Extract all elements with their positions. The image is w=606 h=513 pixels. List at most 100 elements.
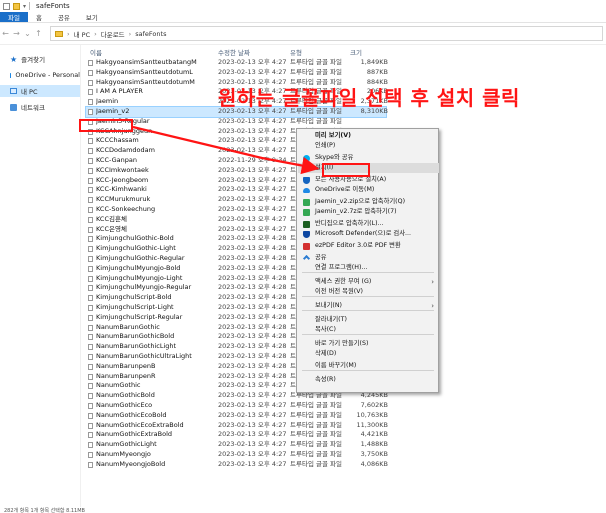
file-date: 2023-02-13 오후 4:28 [218, 322, 287, 331]
font-file-icon [88, 314, 93, 321]
file-name: KimjungchulScript-Light [96, 303, 174, 311]
context-menu-item-7[interactable]: Jaemin_v2.7z로 압축하기(7) [298, 207, 439, 217]
context-menu-item-2[interactable]: Skype와 공유 [298, 153, 439, 163]
tab-share[interactable]: 공유 [50, 12, 78, 22]
chevron-right-icon: › [128, 29, 132, 38]
menu-item-label: 바로 가기 만들기(S) [315, 340, 369, 347]
file-name: KCC-Kimhwanki [96, 185, 147, 194]
file-date: 2023-02-13 오후 4:27 [218, 67, 287, 76]
pane-divider[interactable] [80, 45, 81, 507]
menu-item-label: 미리 보기(V) [315, 132, 351, 139]
file-name: Jaemin [96, 97, 119, 106]
file-name: NanumGothicEco [96, 401, 153, 409]
font-file-icon [88, 246, 93, 253]
context-menu-item-13[interactable]: 액세스 권한 부여 (G) › [298, 277, 439, 287]
forward-button[interactable]: → [11, 27, 22, 41]
table-row[interactable]: NanumMyeongjoBold 2023-02-13 오후 4:27 트루타입 … [86, 459, 388, 470]
context-menu-item-10[interactable]: ezPDF Editor 3.0로 PDF 변환 [298, 241, 439, 251]
file-date: 2023-02-13 오후 4:28 [218, 361, 287, 370]
file-name: NanumGothicExtraBold [96, 430, 173, 439]
address-box[interactable]: › 내 PC › 다운로드 › safeFonts [50, 26, 603, 41]
file-date: 2023-02-13 오후 4:27 [218, 214, 287, 223]
context-menu-item-21[interactable]: 속성(R) [298, 375, 439, 385]
context-menu-item-11[interactable]: 공유 [298, 253, 439, 263]
file-size: 3,750KB [360, 450, 388, 458]
file-name: KCC-Sonkeechung [96, 205, 156, 213]
column-header-type[interactable]: 유형 [290, 47, 302, 57]
breadcrumb-this-pc[interactable]: 내 PC [74, 29, 91, 39]
table-row[interactable]: NanumMyeongjo 2023-02-13 오후 4:27 트루타입 글꼴 파… [86, 450, 388, 460]
column-header-date[interactable]: 수정한 날짜 [218, 47, 250, 57]
font-file-icon [88, 158, 93, 164]
file-name: NanumGothicEcoBold [96, 410, 167, 419]
sidebar-item-network[interactable]: 네트워크 [0, 101, 80, 113]
sidebar-item-onedrive[interactable]: OneDrive - Personal [0, 69, 80, 81]
context-menu-item-18[interactable]: 바로 가기 만들기(S) [298, 339, 439, 349]
font-file-icon [88, 393, 93, 400]
recent-locations-button[interactable]: ⌄ [22, 27, 33, 41]
menu-separator [302, 310, 434, 311]
back-button[interactable]: ← [0, 27, 11, 41]
column-header-name[interactable]: 이름 [90, 47, 102, 57]
context-menu-item-16[interactable]: 잘라내기(T) [298, 315, 439, 325]
chevron-right-icon: › [67, 29, 70, 38]
file-size: 1,488KB [360, 440, 388, 449]
context-menu-item-5[interactable]: OneDrive로 이동(M) [298, 185, 439, 195]
font-file-icon [88, 275, 93, 282]
menu-separator [302, 272, 434, 273]
tab-view[interactable]: 보기 [78, 12, 106, 22]
tab-file[interactable]: 파일 [0, 12, 28, 22]
table-row[interactable]: NanumGothicExtraBold 2023-02-13 오후 4:27 트루… [86, 430, 388, 440]
context-menu-item-0[interactable]: 미리 보기(V) [298, 131, 439, 141]
column-header-size[interactable]: 크기 [350, 47, 362, 57]
quick-access-dropdown-icon[interactable]: ▾ [23, 3, 26, 10]
file-date: 2023-02-13 오후 4:28 [218, 371, 287, 380]
file-name: KCC-Ganpan [96, 156, 137, 164]
table-row[interactable]: NanumGothicEcoExtraBold 2023-02-13 오후 4:2… [86, 421, 388, 431]
context-menu-item-9[interactable]: Microsoft Defender(으)로 검사... [298, 229, 439, 239]
table-row[interactable]: NanumGothicEcoBold 2023-02-13 오후 4:27 트루타입… [86, 410, 388, 421]
file-date: 2023-02-13 오후 4:27 [218, 381, 287, 390]
font-file-icon [88, 207, 93, 213]
menu-item-label: 연결 프로그램(H)... [315, 264, 368, 271]
menu-item-label: 이름 바꾸기(M) [315, 362, 357, 369]
font-file-icon [88, 383, 93, 390]
table-row[interactable]: NanumGothicLight 2023-02-13 오후 4:27 트루타입 글… [86, 440, 388, 450]
file-date: 2023-02-13 오후 4:28 [218, 234, 287, 243]
properties-icon[interactable] [3, 2, 10, 10]
font-file-icon [88, 461, 93, 468]
context-menu-item-1[interactable]: 인쇄(P) [298, 141, 439, 151]
file-name: KimjungchulMyungjo-Regular [96, 283, 192, 292]
menu-separator [302, 334, 434, 335]
menu-item-label: 액세스 권한 부여 (G) [315, 278, 372, 285]
file-type: 트루타입 글꼴 파일 [290, 440, 342, 449]
file-size: 1,849KB [360, 58, 388, 66]
breadcrumb-safefonts[interactable]: safeFonts [135, 30, 166, 38]
breadcrumb-downloads[interactable]: 다운로드 [101, 29, 125, 39]
new-folder-icon[interactable] [13, 2, 20, 10]
file-name: KimjungchulGothic-Regular [96, 254, 185, 262]
table-row[interactable]: NanumGothicEco 2023-02-13 오후 4:27 트루타입 글꼴 … [86, 401, 388, 411]
font-file-icon [88, 226, 93, 233]
sidebar-item-this-pc[interactable]: 내 PC [0, 85, 80, 97]
font-file-icon [88, 354, 93, 360]
sidebar-item-quick-access[interactable]: ★ 즐겨찾기 [0, 53, 80, 65]
column-headers: 이름 수정한 날짜 유형 크기 [86, 45, 606, 57]
file-name: NanumBarunGothicUltraLight [96, 352, 192, 360]
file-date: 2023-02-13 오후 4:27 [218, 175, 287, 184]
file-date: 2023-02-13 오후 4:27 [218, 126, 287, 135]
context-menu-item-19[interactable]: 삭제(D) [298, 349, 439, 359]
context-menu-item-6[interactable]: Jaemin_v2.zip으로 압축하기(Q) [298, 197, 439, 207]
context-menu-item-8[interactable]: 반디집으로 압축하기(L)... [298, 219, 439, 229]
file-type: 트루타입 글꼴 파일 [290, 459, 342, 468]
ribbon-tabs: 파일 홈 공유 보기 [0, 12, 606, 23]
up-button[interactable]: ↑ [33, 27, 44, 41]
sidebar-item-label: 네트워크 [21, 104, 45, 112]
tab-home[interactable]: 홈 [28, 12, 50, 22]
table-row[interactable]: HakgyoansimSantteutdotumL 2023-02-13 오후 4… [86, 67, 388, 78]
file-name: KCC-Jeongbeom [96, 175, 149, 184]
menu-item-label: OneDrive로 이동(M) [315, 186, 375, 193]
file-date: 2023-02-13 오후 4:28 [218, 263, 287, 272]
table-row[interactable]: HakgyoansimSantteutbatangM 2023-02-13 오후 … [86, 58, 388, 68]
file-size: 10,763KB [356, 410, 388, 419]
